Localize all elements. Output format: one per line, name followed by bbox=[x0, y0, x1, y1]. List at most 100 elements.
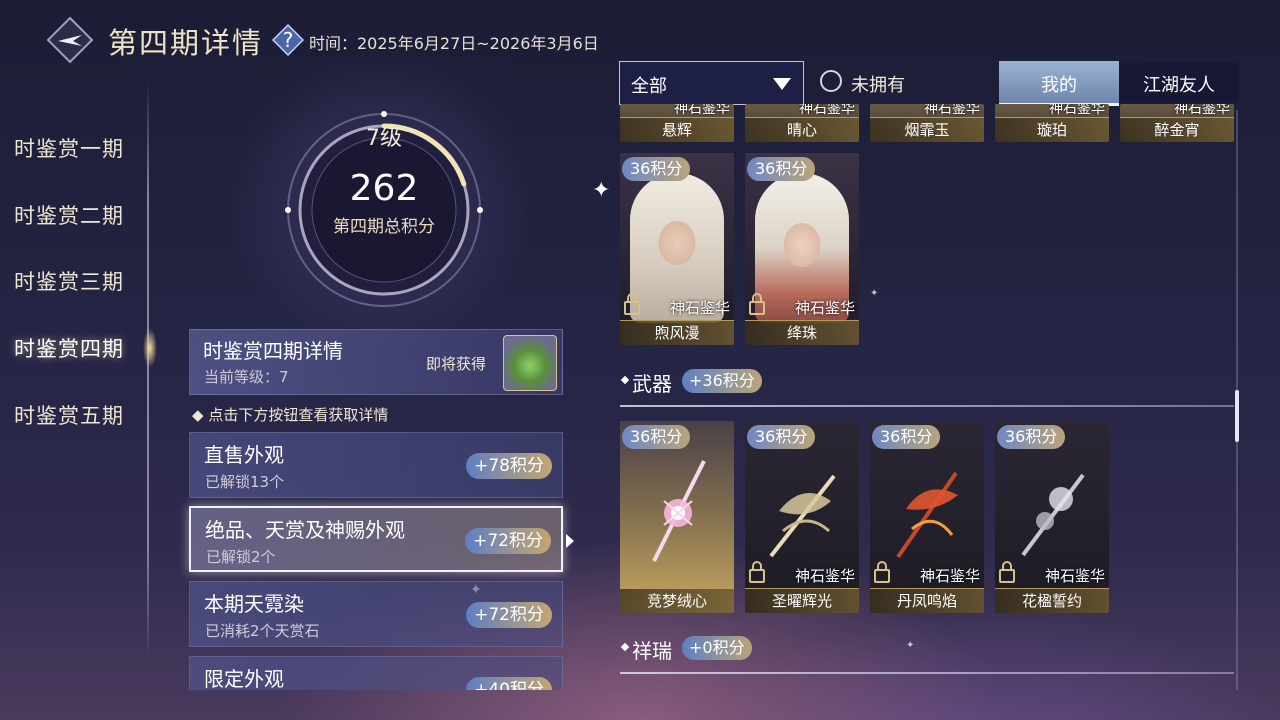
weapon-card[interactable]: 36积分 神石鉴华 丹凤鸣焰 bbox=[870, 421, 984, 613]
sidebar-item-period-4[interactable]: 时鉴赏四期 bbox=[14, 333, 124, 363]
category-title: 绝品、天赏及神赐外观 bbox=[205, 518, 405, 542]
category-limited-clip: 限定外观 +40积分 bbox=[189, 656, 563, 690]
item-name: 醉金宵 bbox=[1120, 117, 1234, 142]
tab-label: 江湖友人 bbox=[1143, 75, 1215, 96]
category-points-badge: +40积分 bbox=[466, 677, 552, 690]
weapons-section-points: +36积分 bbox=[682, 369, 762, 393]
item-name: 悬辉 bbox=[620, 117, 734, 142]
item-points-badge: 36积分 bbox=[747, 157, 816, 181]
lock-icon bbox=[624, 293, 640, 315]
sidebar-item-period-2[interactable]: 时鉴赏二期 bbox=[14, 200, 124, 230]
item-name: 璇珀 bbox=[995, 117, 1109, 142]
item-source: 神石鉴华 bbox=[794, 299, 855, 317]
lock-icon bbox=[749, 561, 765, 583]
hint-text: ◆ 点击下方按钮查看获取详情 bbox=[192, 406, 389, 424]
category-sub: 已解锁13个 bbox=[205, 473, 285, 491]
item-name: 绛珠 bbox=[745, 320, 859, 345]
lock-icon bbox=[999, 561, 1015, 583]
tab-friends[interactable]: 江湖友人 bbox=[1119, 61, 1239, 103]
sparkle-icon: ✦ bbox=[870, 288, 879, 299]
lock-icon bbox=[874, 561, 890, 583]
not-owned-radio[interactable] bbox=[820, 70, 842, 92]
category-title: 本期天霓染 bbox=[204, 592, 304, 616]
item-points-badge: 36积分 bbox=[872, 425, 941, 449]
outfit-card[interactable]: 神石鉴华 悬辉 bbox=[620, 104, 734, 142]
item-points-badge: 36积分 bbox=[622, 425, 691, 449]
auspicious-section-points: +0积分 bbox=[682, 636, 752, 660]
section-divider bbox=[620, 405, 1234, 407]
section-marker-icon bbox=[620, 375, 630, 385]
category-premium-outfits[interactable]: 绝品、天赏及神赐外观 已解锁2个 +72积分 bbox=[189, 506, 563, 572]
hairstyle-card[interactable]: 36积分 神石鉴华 绛珠 bbox=[745, 153, 859, 345]
back-arrow-icon bbox=[46, 16, 94, 64]
item-points-badge: 36积分 bbox=[747, 425, 816, 449]
item-source: 神石鉴华 bbox=[1049, 104, 1105, 117]
outfit-card[interactable]: 神石鉴华 晴心 bbox=[745, 104, 859, 142]
category-points-badge: +78积分 bbox=[466, 453, 552, 479]
help-button[interactable]: ? bbox=[271, 23, 305, 57]
filter-dropdown[interactable]: 全部 bbox=[619, 61, 804, 105]
category-title: 限定外观 bbox=[204, 667, 284, 690]
coming-reward-label: 即将获得 bbox=[426, 355, 487, 373]
category-title: 直售外观 bbox=[204, 443, 284, 467]
outfit-card[interactable]: 神石鉴华 烟霏玉 bbox=[870, 104, 984, 142]
item-name: 烟霏玉 bbox=[870, 117, 984, 142]
sidebar-item-period-3[interactable]: 时鉴赏三期 bbox=[14, 266, 124, 296]
category-dye[interactable]: 本期天霓染 已消耗2个天赏石 +72积分 bbox=[189, 581, 563, 647]
page-title: 第四期详情 bbox=[108, 26, 264, 60]
weapon-card[interactable]: 36积分 竞梦绒心 bbox=[620, 421, 734, 613]
item-name: 竞梦绒心 bbox=[620, 588, 734, 613]
category-limited[interactable]: 限定外观 +40积分 bbox=[189, 656, 563, 690]
item-name: 花楹誓约 bbox=[995, 588, 1109, 613]
section-divider bbox=[620, 672, 1234, 674]
hairstyle-card[interactable]: 36积分 神石鉴华 煦风漫 bbox=[620, 153, 734, 345]
category-sub: 已解锁2个 bbox=[206, 548, 276, 566]
not-owned-label[interactable]: 未拥有 bbox=[851, 71, 905, 97]
reward-preview-icon[interactable] bbox=[503, 335, 557, 391]
weapon-art bbox=[769, 474, 836, 558]
item-source: 神石鉴华 bbox=[1174, 104, 1230, 117]
back-button[interactable] bbox=[46, 16, 94, 64]
sidebar-item-period-5[interactable]: 时鉴赏五期 bbox=[14, 400, 124, 430]
item-name: 煦风漫 bbox=[620, 320, 734, 345]
item-source: 神石鉴华 bbox=[1044, 567, 1105, 585]
outfit-card[interactable]: 神石鉴华 醉金宵 bbox=[1120, 104, 1234, 142]
category-direct-sale[interactable]: 直售外观 已解锁13个 +78积分 bbox=[189, 432, 563, 498]
total-score-label: 第四期总积分 bbox=[333, 217, 435, 237]
weapon-art bbox=[896, 471, 958, 559]
sidebar-item-period-1[interactable]: 时鉴赏一期 bbox=[14, 133, 124, 163]
outfit-card[interactable]: 神石鉴华 璇珀 bbox=[995, 104, 1109, 142]
tab-mine[interactable]: 我的 bbox=[999, 61, 1119, 106]
sparkle-icon: ✦ bbox=[592, 178, 611, 203]
period-detail-title: 时鉴赏四期详情 bbox=[203, 339, 343, 363]
total-score: 262 bbox=[349, 168, 419, 209]
current-level-text: 当前等级：7 bbox=[204, 368, 289, 386]
auspicious-section-title: 祥瑞 bbox=[632, 639, 672, 663]
weapon-art bbox=[1021, 473, 1085, 557]
dropdown-caret-icon bbox=[773, 78, 791, 90]
selected-arrow-icon bbox=[566, 534, 574, 548]
weapon-card[interactable]: 36积分 神石鉴华 圣曜辉光 bbox=[745, 421, 859, 613]
section-marker-icon bbox=[620, 642, 630, 652]
item-source: 神石鉴华 bbox=[799, 104, 855, 117]
dropdown-value: 全部 bbox=[631, 76, 667, 97]
help-icon: ? bbox=[271, 23, 305, 57]
category-points-badge: +72积分 bbox=[466, 602, 552, 628]
top-row-clip: 神石鉴华 悬辉 神石鉴华 晴心 神石鉴华 烟霏玉 神石鉴华 璇珀 神石鉴华 醉金… bbox=[620, 104, 1234, 142]
sparkle-icon: ✦ bbox=[906, 640, 915, 651]
item-source: 神石鉴华 bbox=[794, 567, 855, 585]
scrollbar-thumb[interactable] bbox=[1235, 390, 1239, 442]
item-points-badge: 36积分 bbox=[997, 425, 1066, 449]
item-source: 神石鉴华 bbox=[919, 567, 980, 585]
item-source: 神石鉴华 bbox=[669, 299, 730, 317]
lock-icon bbox=[749, 293, 765, 315]
item-name: 丹凤鸣焰 bbox=[870, 588, 984, 613]
sidebar-active-indicator bbox=[138, 320, 162, 376]
item-name: 晴心 bbox=[745, 117, 859, 142]
weapon-card[interactable]: 36积分 神石鉴华 花楹誓约 bbox=[995, 421, 1109, 613]
item-name: 圣曜辉光 bbox=[745, 588, 859, 613]
item-points-badge: 36积分 bbox=[622, 157, 691, 181]
item-source: 神石鉴华 bbox=[674, 104, 730, 117]
level-text: 7级 bbox=[366, 126, 402, 151]
item-source: 神石鉴华 bbox=[924, 104, 980, 117]
